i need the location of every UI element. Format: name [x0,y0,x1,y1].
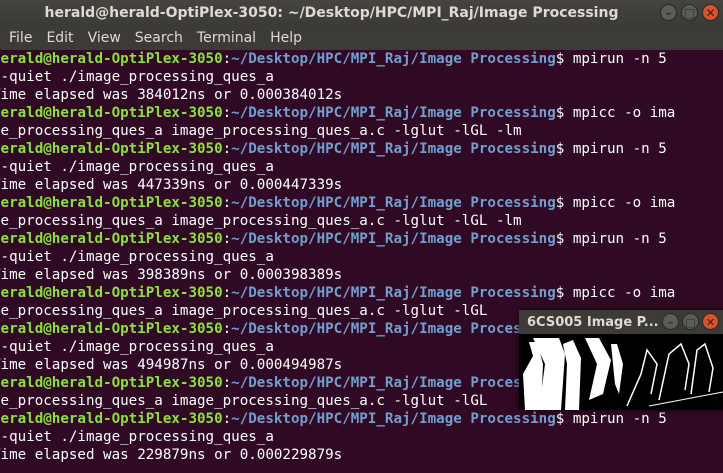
maximize-icon[interactable]: □ [682,313,699,330]
prompt-separator: : [222,51,232,67]
prompt-command: $ mpirun -n 5 [555,411,667,427]
prompt-command: $ mpirun -n 5 [555,51,667,67]
menu-edit[interactable]: Edit [39,30,80,46]
menu-help[interactable]: Help [263,30,309,46]
prompt-path: ~/Desktop/HPC/MPI_Raj/Image Processing [231,195,556,211]
close-icon[interactable]: ✕ [702,313,719,330]
terminal-output-line: --quiet ./image_processing_ques_a [0,249,274,265]
terminal-output-line: ge_processing_ques_a image_processing_qu… [0,123,522,139]
terminal-prompt-line: herald@herald-OptiPlex-3050:~/Desktop/HP… [0,104,717,122]
terminal-output-line: Time elapsed was 447339ns or 0.000447339… [0,177,343,193]
image-window-controls: – □ ✕ [662,313,719,330]
maximize-icon[interactable]: □ [681,4,698,21]
terminal-prompt-line: herald@herald-OptiPlex-3050:~/Desktop/HP… [0,140,717,158]
prompt-user: herald@herald-OptiPlex-3050 [0,51,223,67]
prompt-separator: : [222,195,232,211]
menu-bar: File Edit View Search Terminal Help [0,26,723,50]
terminal-prompt-line: herald@herald-OptiPlex-3050:~/Desktop/HP… [0,230,717,248]
prompt-command: $ mpicc -o ima [555,105,676,121]
prompt-path: ~/Desktop/HPC/MPI_Raj/Image Processing [231,321,556,337]
prompt-path: ~/Desktop/HPC/MPI_Raj/Image Processing [231,51,556,67]
prompt-user: herald@herald-OptiPlex-3050 [0,195,223,211]
image-window[interactable]: 6CS005 Image P... – □ ✕ [519,310,723,410]
terminal-output-line: --quiet ./image_processing_ques_a [0,69,274,85]
processed-image-canvas [519,334,723,410]
prompt-path: ~/Desktop/HPC/MPI_Raj/Image Processing [231,411,556,427]
close-icon[interactable]: ✕ [702,4,719,21]
prompt-user: herald@herald-OptiPlex-3050 [0,411,223,427]
prompt-path: ~/Desktop/HPC/MPI_Raj/Image Processing [231,231,556,247]
terminal-output-line: --quiet ./image_processing_ques_a [0,159,274,175]
prompt-separator: : [222,105,232,121]
prompt-user: herald@herald-OptiPlex-3050 [0,141,223,157]
window-titlebar[interactable]: herald@herald-OptiPlex-3050: ~/Desktop/H… [0,0,723,26]
prompt-path: ~/Desktop/HPC/MPI_Raj/Image Processing [231,141,556,157]
terminal-output-line: Time elapsed was 384012ns or 0.000384012… [0,87,343,103]
menu-file[interactable]: File [2,30,39,46]
prompt-command: $ mpicc -o ima [555,195,676,211]
image-window-title: 6CS005 Image P... [527,314,659,330]
terminal-output-line: ge_processing_ques_a image_processing_qu… [0,213,522,229]
prompt-separator: : [222,411,232,427]
prompt-user: herald@herald-OptiPlex-3050 [0,375,223,391]
terminal-prompt-line: herald@herald-OptiPlex-3050:~/Desktop/HP… [0,284,717,302]
prompt-command: $ mpicc -o ima [555,285,676,301]
terminal-prompt-line: herald@herald-OptiPlex-3050:~/Desktop/HP… [0,194,717,212]
prompt-user: herald@herald-OptiPlex-3050 [0,321,223,337]
prompt-command: $ mpirun -n 5 [555,231,667,247]
prompt-separator: : [222,285,232,301]
prompt-separator: : [222,141,232,157]
menu-terminal[interactable]: Terminal [190,30,263,46]
prompt-path: ~/Desktop/HPC/MPI_Raj/Image Processing [231,105,556,121]
minimize-icon[interactable]: – [662,313,679,330]
terminal-output-line: Time elapsed was 398389ns or 0.000398389… [0,267,343,283]
image-window-titlebar[interactable]: 6CS005 Image P... – □ ✕ [519,310,723,334]
prompt-user: herald@herald-OptiPlex-3050 [0,105,223,121]
prompt-user: herald@herald-OptiPlex-3050 [0,231,223,247]
menu-view[interactable]: View [81,30,128,46]
terminal-prompt-line: herald@herald-OptiPlex-3050:~/Desktop/HP… [0,50,717,68]
menu-search[interactable]: Search [128,30,190,46]
prompt-path: ~/Desktop/HPC/MPI_Raj/Image Processing [231,285,556,301]
prompt-separator: : [222,375,232,391]
terminal-prompt-line: herald@herald-OptiPlex-3050:~/Desktop/HP… [0,410,717,428]
window-title: herald@herald-OptiPlex-3050: ~/Desktop/H… [44,5,619,21]
prompt-user: herald@herald-OptiPlex-3050 [0,285,223,301]
terminal-output-line: Time elapsed was 229879ns or 0.000229879… [0,447,343,463]
window-controls: – □ ✕ [660,4,719,21]
prompt-separator: : [222,321,232,337]
terminal-output-line: --quiet ./image_processing_ques_a [0,429,274,445]
prompt-path: ~/Desktop/HPC/MPI_Raj/Image Processing [231,375,556,391]
prompt-command: $ mpirun -n 5 [555,141,667,157]
minimize-icon[interactable]: – [660,4,677,21]
prompt-separator: : [222,231,232,247]
